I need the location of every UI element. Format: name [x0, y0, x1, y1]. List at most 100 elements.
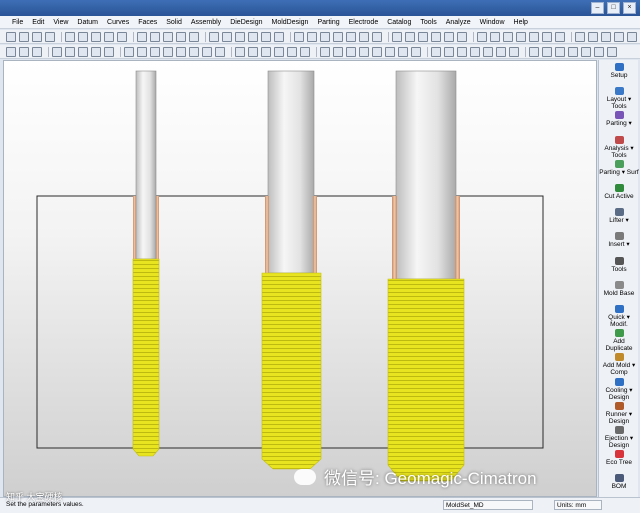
menu-tools[interactable]: Tools	[420, 19, 436, 26]
menu-view[interactable]: View	[53, 19, 68, 26]
toolbar-tool-icon[interactable]	[202, 46, 212, 57]
toolbar-tool-icon[interactable]	[215, 46, 225, 57]
side-panel-item[interactable]: Insert ▾	[599, 232, 639, 248]
toolbar-tool-icon[interactable]	[398, 46, 408, 57]
toolbar-tool-icon[interactable]	[470, 46, 480, 57]
toolbar-tool-icon[interactable]	[444, 46, 454, 57]
toolbar-tool-icon[interactable]	[117, 31, 127, 42]
side-panel-item[interactable]: Eco Tree	[599, 450, 639, 466]
toolbar-tool-icon[interactable]	[176, 31, 186, 42]
menu-solid[interactable]: Solid	[166, 19, 182, 26]
toolbar-tool-icon[interactable]	[333, 46, 343, 57]
toolbar-tool-icon[interactable]	[333, 31, 343, 42]
toolbar-tool-icon[interactable]	[189, 31, 199, 42]
toolbar-tool-icon[interactable]	[457, 46, 467, 57]
toolbar-tool-icon[interactable]	[627, 31, 637, 42]
side-panel-item[interactable]: Cut Active	[599, 184, 639, 200]
toolbar-tool-icon[interactable]	[346, 46, 356, 57]
toolbar-tool-icon[interactable]	[32, 31, 42, 42]
toolbar-tool-icon[interactable]	[189, 46, 199, 57]
toolbar-tool-icon[interactable]	[137, 46, 147, 57]
toolbar-tool-icon[interactable]	[32, 46, 42, 57]
toolbar-tool-icon[interactable]	[581, 46, 591, 57]
toolbar-tool-icon[interactable]	[359, 31, 369, 42]
toolbar-tool-icon[interactable]	[516, 31, 526, 42]
side-panel-item[interactable]: Runner ▾ Design	[599, 401, 639, 425]
side-panel-item[interactable]: Ejection ▾ Design	[599, 426, 639, 449]
toolbar-tool-icon[interactable]	[392, 31, 402, 42]
toolbar-tool-icon[interactable]	[91, 46, 101, 57]
toolbar-tool-icon[interactable]	[614, 31, 624, 42]
toolbar-tool-icon[interactable]	[274, 46, 284, 57]
toolbar-tool-icon[interactable]	[601, 31, 611, 42]
side-panel-item[interactable]: BOM	[599, 474, 639, 490]
toolbar-tool-icon[interactable]	[555, 31, 565, 42]
toolbar-tool-icon[interactable]	[78, 46, 88, 57]
toolbar-tool-icon[interactable]	[294, 31, 304, 42]
menu-curves[interactable]: Curves	[107, 19, 129, 26]
toolbar-tool-icon[interactable]	[529, 31, 539, 42]
side-panel-item[interactable]: Parting ▾ Surf	[599, 159, 639, 176]
graphics-viewport[interactable]	[3, 60, 597, 497]
toolbar-tool-icon[interactable]	[222, 31, 232, 42]
toolbar-tool-icon[interactable]	[78, 31, 88, 42]
toolbar-tool-icon[interactable]	[274, 31, 284, 42]
menu-faces[interactable]: Faces	[138, 19, 157, 26]
toolbar-tool-icon[interactable]	[320, 46, 330, 57]
toolbar-tool-icon[interactable]	[248, 46, 258, 57]
toolbar-tool-icon[interactable]	[287, 46, 297, 57]
toolbar-tool-icon[interactable]	[137, 31, 147, 42]
menu-parting[interactable]: Parting	[317, 19, 339, 26]
toolbar-tool-icon[interactable]	[6, 46, 16, 57]
menu-assembly[interactable]: Assembly	[191, 19, 221, 26]
toolbar-tool-icon[interactable]	[490, 31, 500, 42]
toolbar-tool-icon[interactable]	[503, 31, 513, 42]
toolbar-tool-icon[interactable]	[568, 46, 578, 57]
menu-datum[interactable]: Datum	[77, 19, 98, 26]
side-panel-item[interactable]: Cooling ▾ Design	[599, 377, 639, 401]
toolbar-tool-icon[interactable]	[163, 31, 173, 42]
toolbar-tool-icon[interactable]	[385, 46, 395, 57]
toolbar-tool-icon[interactable]	[45, 31, 55, 42]
toolbar-tool-icon[interactable]	[418, 31, 428, 42]
toolbar-tool-icon[interactable]	[372, 46, 382, 57]
toolbar-tool-icon[interactable]	[65, 46, 75, 57]
toolbar-tool-icon[interactable]	[261, 46, 271, 57]
menu-catalog[interactable]: Catalog	[387, 19, 411, 26]
toolbar-tool-icon[interactable]	[509, 46, 519, 57]
restore-button[interactable]: □	[607, 2, 620, 14]
toolbar-tool-icon[interactable]	[542, 46, 552, 57]
toolbar-tool-icon[interactable]	[607, 46, 617, 57]
side-panel-item[interactable]: Add Duplicate	[599, 329, 639, 352]
menu-analyze[interactable]: Analyze	[446, 19, 471, 26]
toolbar-tool-icon[interactable]	[346, 31, 356, 42]
toolbar-tool-icon[interactable]	[150, 31, 160, 42]
menu-file[interactable]: File	[12, 19, 23, 26]
toolbar-tool-icon[interactable]	[542, 31, 552, 42]
side-panel-item[interactable]: Layout ▾ Tools	[599, 87, 639, 110]
toolbar-tool-icon[interactable]	[496, 46, 506, 57]
toolbar-tool-icon[interactable]	[575, 31, 585, 42]
toolbar-tool-icon[interactable]	[457, 31, 467, 42]
toolbar-tool-icon[interactable]	[235, 46, 245, 57]
toolbar-tool-icon[interactable]	[65, 31, 75, 42]
toolbar-tool-icon[interactable]	[124, 46, 134, 57]
toolbar-tool-icon[interactable]	[405, 31, 415, 42]
toolbar-tool-icon[interactable]	[372, 31, 382, 42]
menu-window[interactable]: Window	[480, 19, 505, 26]
menu-molddesign[interactable]: MoldDesign	[271, 19, 308, 26]
toolbar-tool-icon[interactable]	[150, 46, 160, 57]
toolbar-tool-icon[interactable]	[235, 31, 245, 42]
toolbar-tool-icon[interactable]	[529, 46, 539, 57]
toolbar-tool-icon[interactable]	[104, 31, 114, 42]
toolbar-tool-icon[interactable]	[431, 31, 441, 42]
side-panel-item[interactable]: Parting ▾	[599, 111, 639, 127]
side-panel-item[interactable]: Mold Base	[599, 280, 639, 297]
side-panel-item[interactable]: Setup	[599, 63, 639, 79]
toolbar-tool-icon[interactable]	[555, 46, 565, 57]
minimize-button[interactable]: –	[591, 2, 604, 14]
toolbar-tool-icon[interactable]	[320, 31, 330, 42]
toolbar-tool-icon[interactable]	[477, 31, 487, 42]
toolbar-tool-icon[interactable]	[431, 46, 441, 57]
toolbar-tool-icon[interactable]	[594, 46, 604, 57]
